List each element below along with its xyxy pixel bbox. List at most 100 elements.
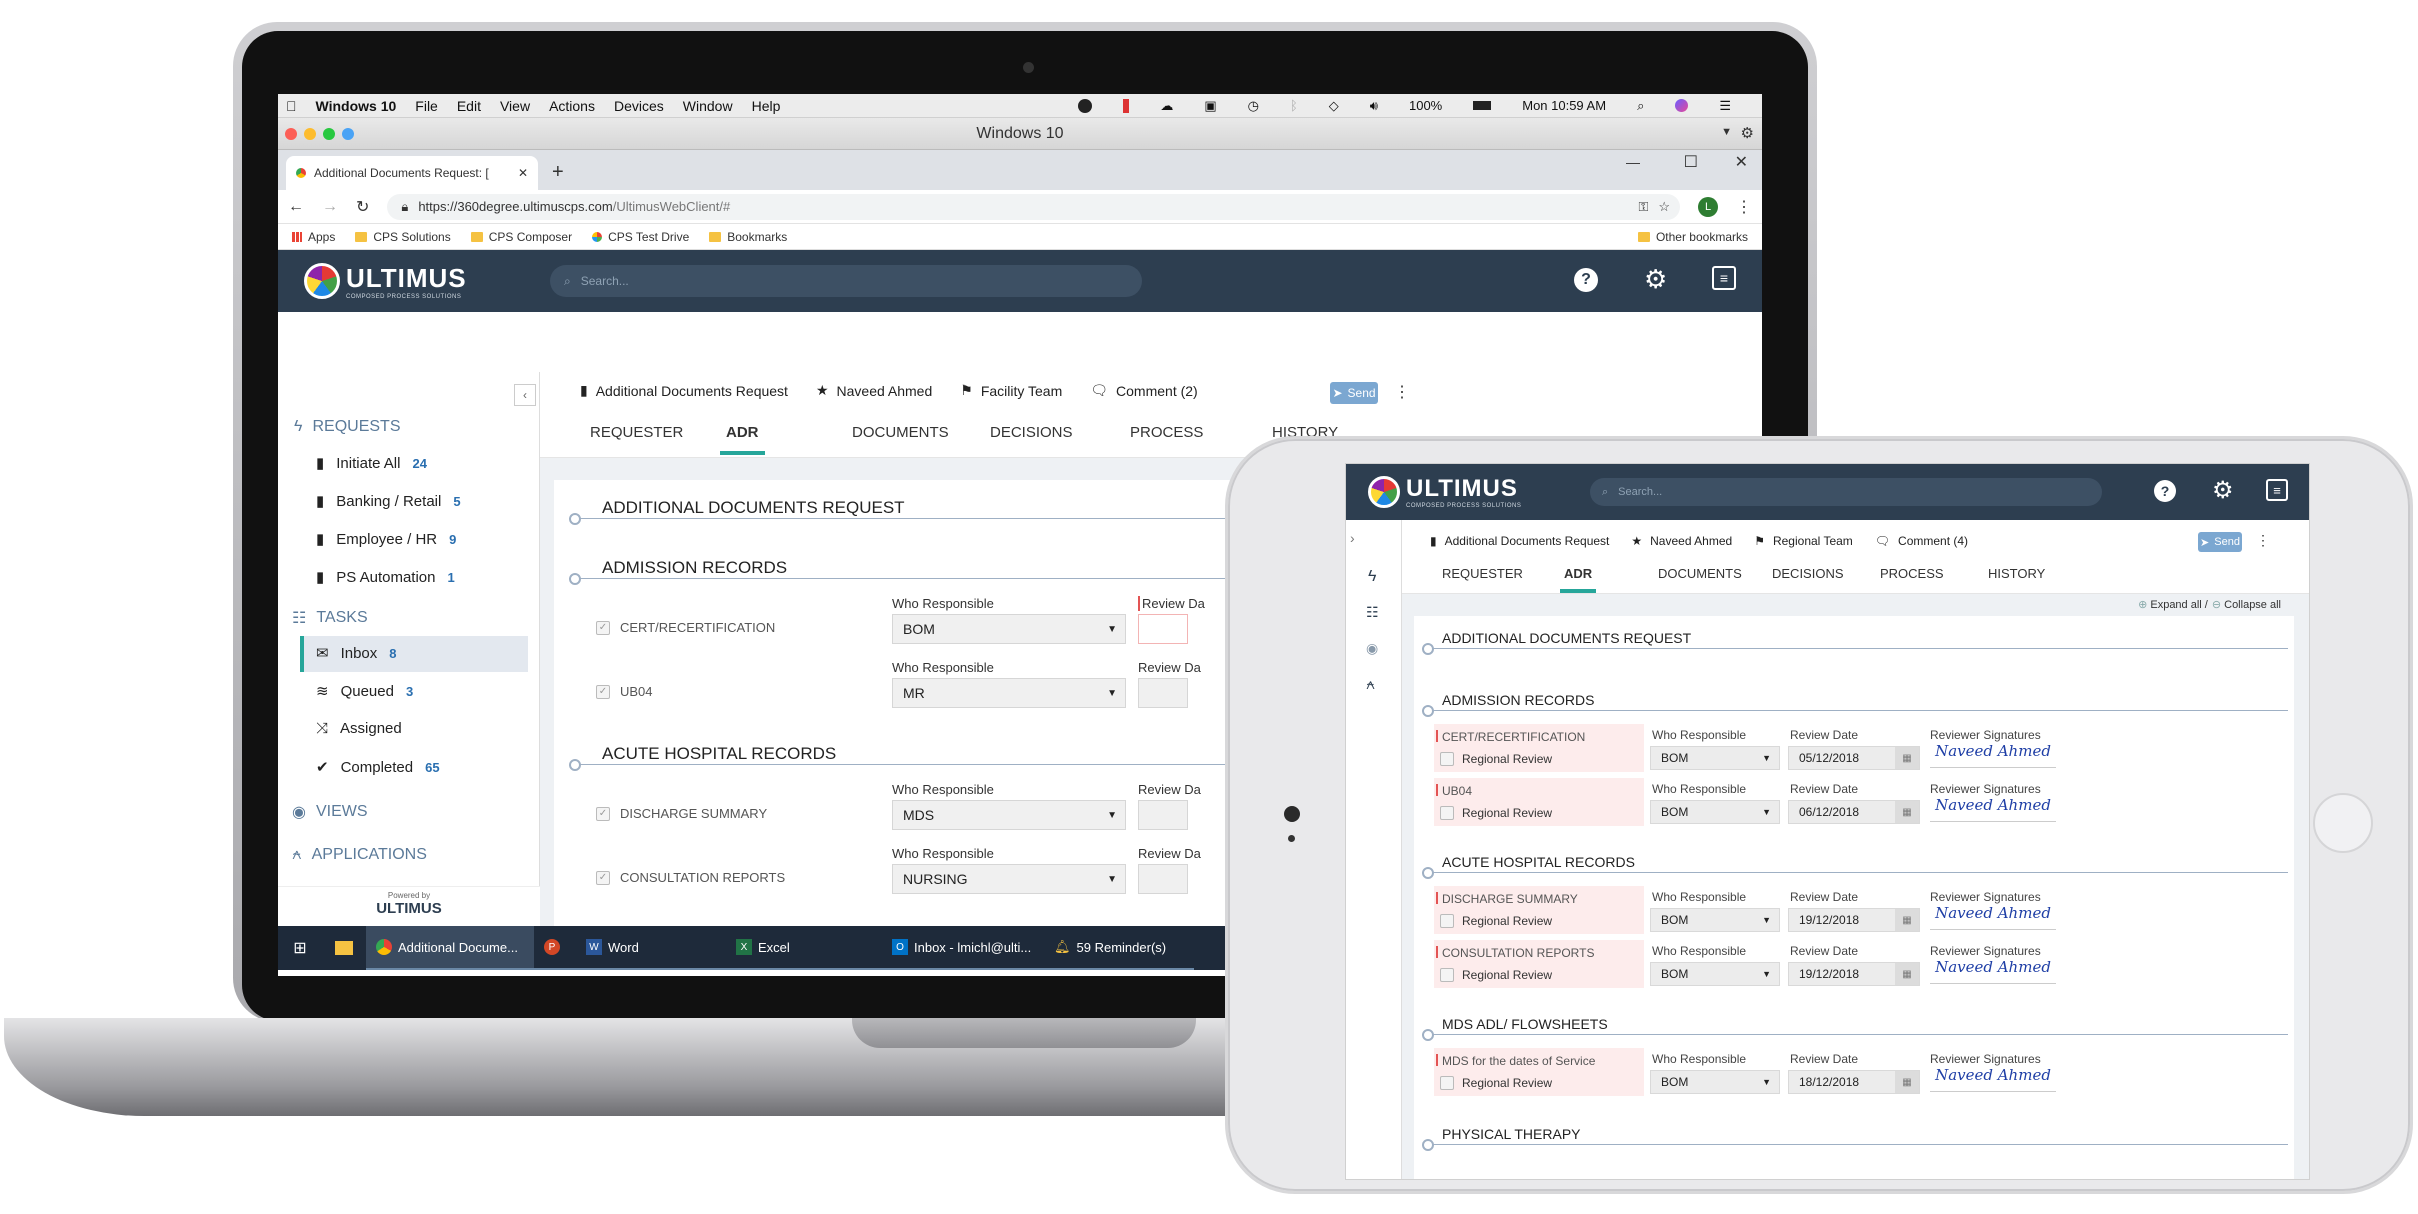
expand-all-link[interactable]: ⊕ Expand all / xyxy=(2138,598,2208,611)
sidebar-item-queued[interactable]: ≋ Queued 3 xyxy=(316,682,413,701)
calendar-icon[interactable]: ▦ xyxy=(1895,801,1919,823)
menu-file[interactable]: File xyxy=(415,98,438,114)
expand-section-icon[interactable] xyxy=(1422,643,1434,655)
review-date-input[interactable]: 19/12/2018 ▦ xyxy=(1788,908,1920,932)
bookmark-cps-solutions[interactable]: CPS Solutions xyxy=(355,230,451,244)
ultimus-logo[interactable]: ULTIMUS COMPOSED PROCESS SOLUTIONS xyxy=(1368,475,1521,509)
sidebar-item-assigned[interactable]: ⤨ Assigned xyxy=(316,720,402,737)
tab-process[interactable]: PROCESS xyxy=(1130,424,1203,441)
maximize-icon[interactable]: ☐ xyxy=(1684,152,1698,172)
gear-icon[interactable]: ⚙ xyxy=(2212,476,2234,505)
send-button[interactable]: ➤ Send xyxy=(2198,532,2242,552)
requests-heading[interactable]: ϟ REQUESTS xyxy=(294,418,400,436)
time-machine-icon[interactable]: ◷ xyxy=(1248,98,1259,114)
tablet-home-button[interactable] xyxy=(2313,793,2373,853)
collapse-section-icon[interactable] xyxy=(1422,705,1434,717)
sidebar-item-initiate-all[interactable]: ▮ Initiate All 24 xyxy=(316,454,427,473)
eye-icon[interactable]: ◉ xyxy=(1366,640,1378,657)
section-adr[interactable]: ADDITIONAL DOCUMENTS REQUEST xyxy=(1442,630,1691,646)
key-icon[interactable]: ⚿ xyxy=(1638,199,1648,215)
who-responsible-select[interactable]: BOM ▼ xyxy=(1650,908,1780,932)
gear-icon[interactable]: ⚙ xyxy=(1644,264,1667,295)
taskbar-chrome[interactable]: Additional Docume... xyxy=(366,926,534,970)
apple-icon[interactable]:  xyxy=(286,98,297,114)
calendar-icon[interactable]: ▦ xyxy=(1895,963,1919,985)
tab-process[interactable]: PROCESS xyxy=(1880,566,1944,581)
collapse-section-icon[interactable] xyxy=(1422,1029,1434,1041)
collapse-section-icon[interactable] xyxy=(569,573,581,585)
address-bar[interactable]: 🔒︎ https://360degree.ultimuscps.com/Ulti… xyxy=(387,193,1680,220)
back-icon[interactable]: ← xyxy=(288,198,304,216)
new-tab-icon[interactable]: + xyxy=(552,161,564,184)
sidebar-item-ps-automation[interactable]: ▮ PS Automation 1 xyxy=(316,568,455,587)
comments-link[interactable]: 🗨︎ Comment (2) xyxy=(1090,382,1197,399)
calendar-icon[interactable]: ▦ xyxy=(1895,909,1919,931)
tab-adr[interactable]: ADR xyxy=(1560,566,1597,593)
gear-icon[interactable]: ⚙ xyxy=(1741,124,1754,142)
volume-icon[interactable]: 🔊︎ xyxy=(1370,98,1378,114)
reviewer-signature[interactable]: Naveed Ahmed xyxy=(1930,796,2056,822)
row-checkbox[interactable]: ✓ xyxy=(596,870,610,885)
regional-review-checkbox[interactable] xyxy=(1440,806,1454,820)
section-mds[interactable]: MDS ADL/ FLOWSHEETS xyxy=(1442,1016,1608,1032)
tab-history[interactable]: HISTORY xyxy=(1988,566,2045,581)
who-responsible-select[interactable]: BOM ▼ xyxy=(1650,1070,1780,1094)
search-input[interactable]: ⌕ Search... xyxy=(550,265,1142,297)
who-responsible-select[interactable]: NURSING ▼ xyxy=(892,864,1126,894)
menu-devices[interactable]: Devices xyxy=(614,98,664,114)
kebab-menu-icon[interactable]: ⋮ xyxy=(2256,532,2270,549)
review-date-input[interactable] xyxy=(1138,678,1188,708)
expand-section-icon[interactable] xyxy=(569,513,581,525)
reload-icon[interactable]: ↻ xyxy=(356,197,369,217)
browser-tab[interactable]: Additional Documents Request: [ ✕ xyxy=(286,156,538,190)
collapse-all-link[interactable]: ⊖ Collapse all xyxy=(2212,598,2281,611)
collapse-section-icon[interactable] xyxy=(1422,867,1434,879)
list-icon[interactable]: ☷ xyxy=(1366,604,1379,621)
reviewer-signature[interactable]: Naveed Ahmed xyxy=(1930,1066,2056,1092)
calendar-icon[interactable]: ▦ xyxy=(1895,1071,1919,1093)
menu-window[interactable]: Window xyxy=(683,98,733,114)
clock[interactable]: Mon 10:59 AM xyxy=(1522,98,1606,113)
parallels-icon[interactable] xyxy=(1123,98,1130,113)
taskbar-excel[interactable]: X Excel xyxy=(726,926,882,970)
who-responsible-select[interactable]: BOM ▼ xyxy=(1650,800,1780,824)
apps-icon[interactable]: ⍲ xyxy=(1366,676,1375,693)
section-physical-therapy[interactable]: PHYSICAL THERAPY xyxy=(1442,1126,1581,1142)
review-date-input[interactable] xyxy=(1138,614,1188,644)
minimize-icon[interactable]: — xyxy=(1626,154,1640,170)
review-date-input[interactable]: 19/12/2018 ▦ xyxy=(1788,962,1920,986)
calendar-icon[interactable]: ▦ xyxy=(1895,747,1919,769)
review-date-input[interactable] xyxy=(1138,864,1188,894)
reviewer-signature[interactable]: Naveed Ahmed xyxy=(1930,742,2056,768)
cloud-icon[interactable]: ☁ xyxy=(1160,98,1173,114)
help-icon[interactable]: ? xyxy=(2154,480,2176,502)
notification-center-icon[interactable]: ☰ xyxy=(1719,98,1731,114)
close-tab-icon[interactable]: ✕ xyxy=(518,166,528,180)
menu-actions[interactable]: Actions xyxy=(549,98,595,114)
section-acute[interactable]: ACUTE HOSPITAL RECORDS xyxy=(1442,854,1635,870)
section-admission[interactable]: ADMISSION RECORDS xyxy=(1442,692,1594,708)
taskbar-word[interactable]: W Word xyxy=(576,926,726,970)
regional-review-checkbox[interactable] xyxy=(1440,968,1454,982)
views-heading[interactable]: ◉ VIEWS xyxy=(292,802,368,822)
menu-edit[interactable]: Edit xyxy=(457,98,481,114)
review-date-input[interactable]: 06/12/2018 ▦ xyxy=(1788,800,1920,824)
tab-decisions[interactable]: DECISIONS xyxy=(990,424,1073,441)
taskbar-powerpoint[interactable]: P xyxy=(534,926,576,970)
search-input[interactable]: ⌕ Search... xyxy=(1590,478,2102,506)
film-icon[interactable]: ▣ xyxy=(1204,98,1216,114)
reviewer-signature[interactable]: Naveed Ahmed xyxy=(1930,958,2056,984)
menu-help[interactable]: Help xyxy=(752,98,781,114)
taskbar-outlook[interactable]: O Inbox - lmichl@ulti... xyxy=(882,926,1044,970)
bookmark-bookmarks[interactable]: Bookmarks xyxy=(709,230,787,244)
tab-adr[interactable]: ADR xyxy=(720,424,765,455)
menu-icon[interactable]: ≡ xyxy=(1712,266,1736,290)
collapse-section-icon[interactable] xyxy=(569,759,581,771)
bookmark-cps-composer[interactable]: CPS Composer xyxy=(470,230,572,244)
sidebar-item-completed[interactable]: ✔ Completed 65 xyxy=(316,758,440,777)
who-responsible-select[interactable]: MR ▼ xyxy=(892,678,1126,708)
menu-icon[interactable]: ≡ xyxy=(2266,479,2288,501)
reviewer-signature[interactable]: Naveed Ahmed xyxy=(1930,904,2056,930)
tab-documents[interactable]: DOCUMENTS xyxy=(852,424,949,441)
bookmark-other[interactable]: Other bookmarks xyxy=(1637,230,1748,244)
